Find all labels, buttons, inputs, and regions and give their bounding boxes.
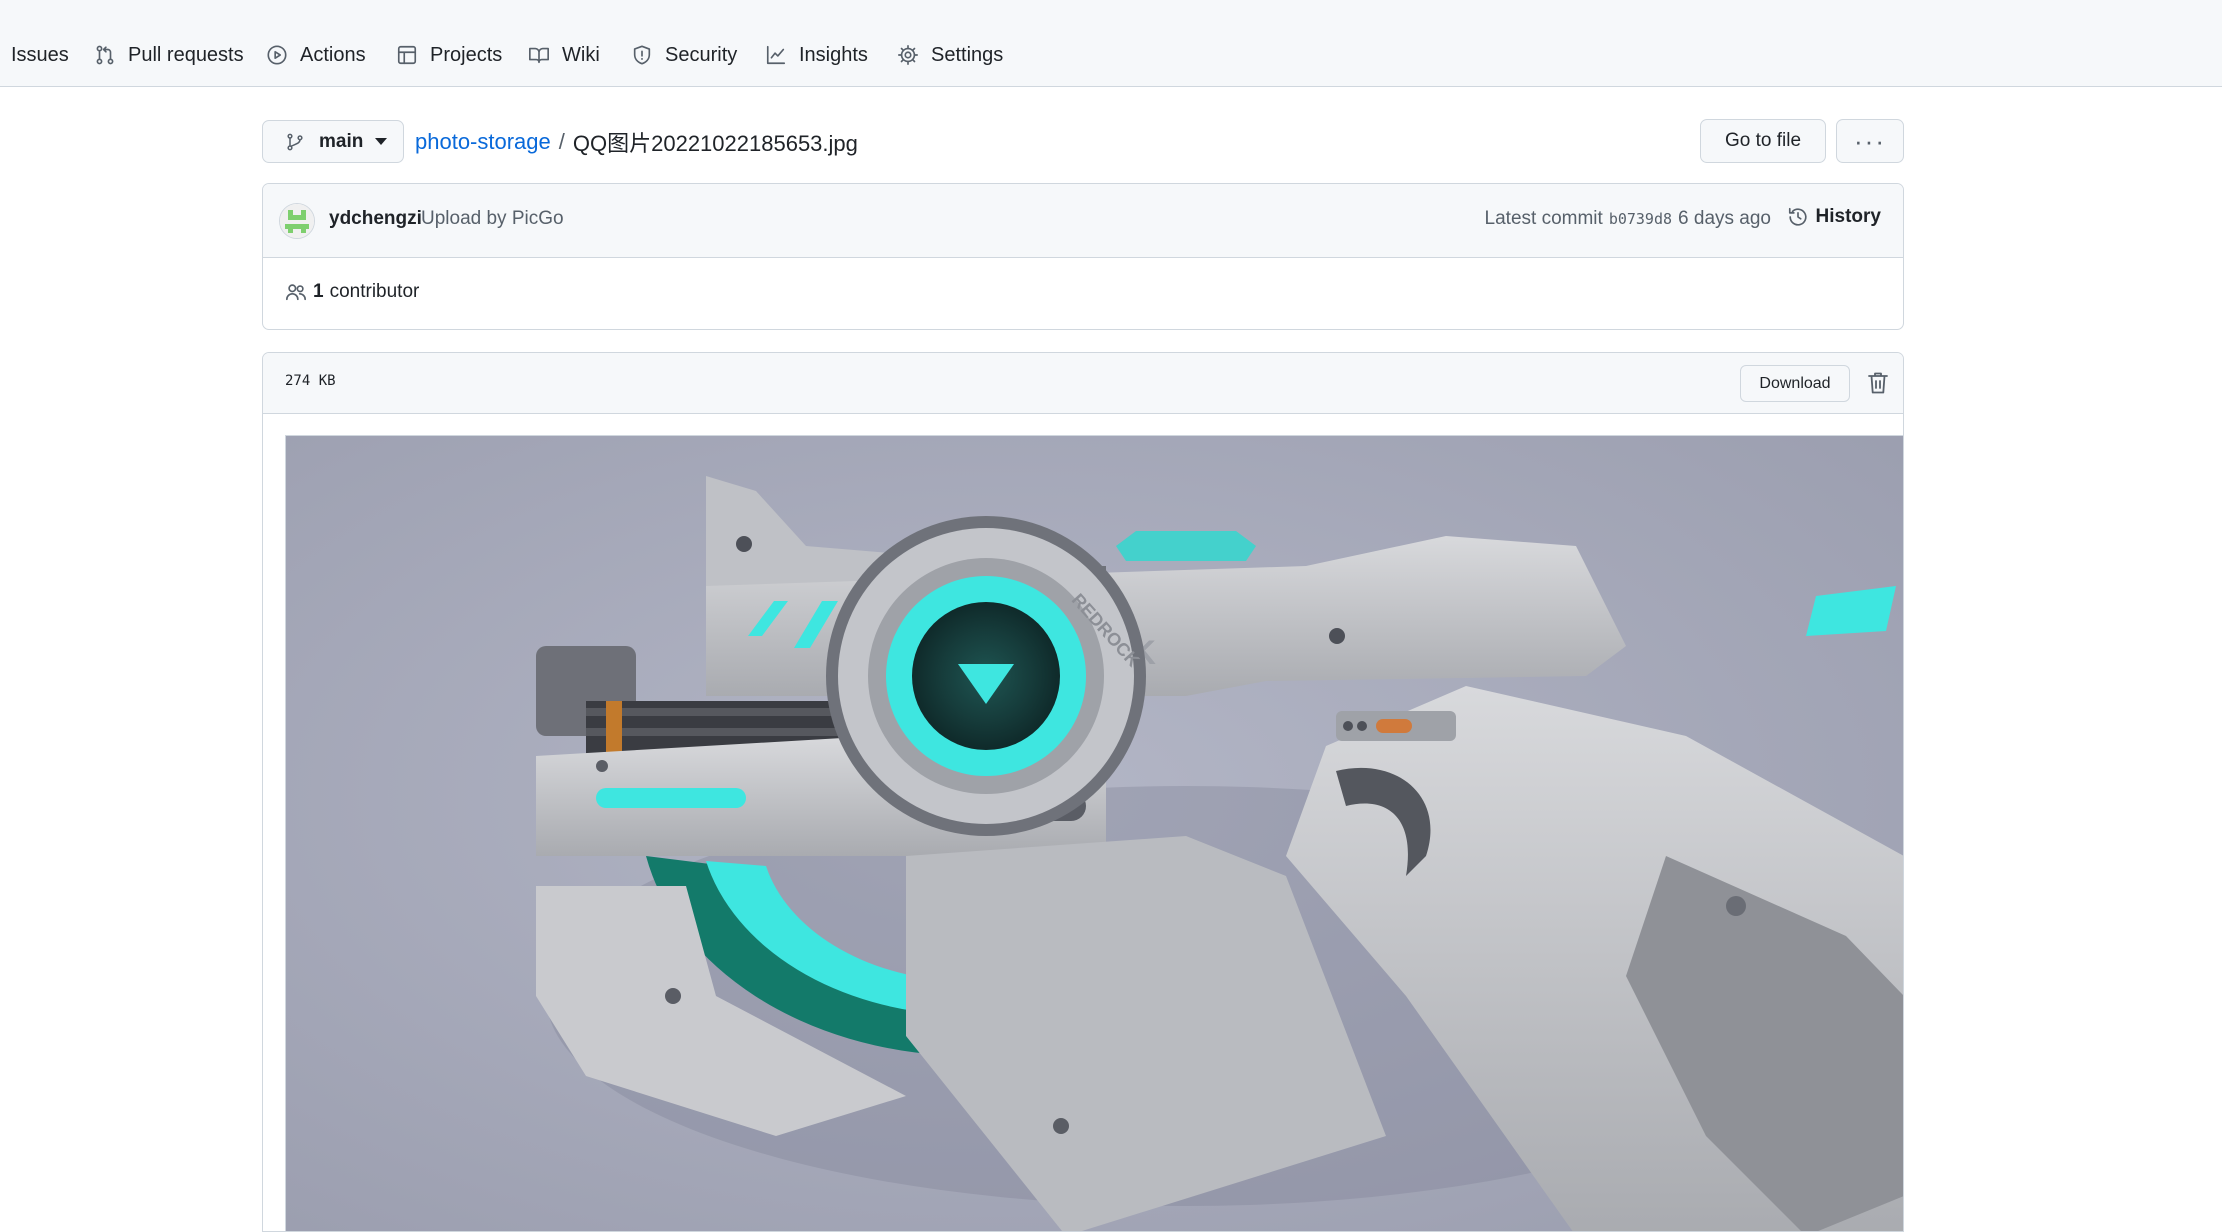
latest-commit-label: Latest commit — [1484, 208, 1603, 229]
tab-label: Settings — [931, 43, 1004, 66]
contributors-link[interactable]: 1 contributor — [285, 281, 419, 303]
tab-label: Insights — [799, 43, 868, 66]
graph-icon — [766, 45, 786, 65]
contributor-label: contributor — [329, 281, 420, 302]
shield-icon — [633, 45, 651, 65]
file-name: QQ图片20221022185653.jpg — [572, 131, 858, 156]
tab-label: Wiki — [562, 43, 600, 66]
identicon-icon — [280, 204, 314, 238]
file-header: 274 KB Download — [263, 353, 1903, 414]
commit-message[interactable]: Upload by PicGo — [421, 208, 564, 230]
history-label: History — [1815, 206, 1881, 227]
pull-request-icon — [96, 45, 114, 65]
table-icon — [397, 45, 417, 65]
download-button[interactable]: Download — [1740, 365, 1850, 402]
breadcrumb-separator: / — [558, 129, 565, 154]
go-to-file-button[interactable]: Go to file — [1700, 119, 1826, 163]
play-icon — [267, 45, 287, 65]
tab-label: Projects — [430, 43, 503, 66]
repo-nav: Issues Pull requests Actions Projects Wi… — [0, 0, 2222, 87]
trash-icon — [1868, 372, 1888, 394]
breadcrumb: photo-storage / QQ图片20221022185653.jpg — [415, 126, 858, 158]
repo-link[interactable]: photo-storage — [415, 129, 551, 155]
tab-label: Issues — [11, 43, 69, 66]
tab-actions[interactable]: Actions — [266, 40, 366, 70]
tab-pull-requests[interactable]: Pull requests — [94, 40, 244, 70]
history-button[interactable]: History — [1787, 206, 1881, 228]
book-icon — [529, 47, 549, 64]
branch-name: main — [319, 130, 364, 152]
tab-label: Actions — [300, 43, 366, 66]
tab-label: Security — [665, 43, 738, 66]
file-size: 274 KB — [285, 373, 336, 389]
contributor-count: 1 — [313, 281, 324, 302]
commit-box: ydchengzi Upload by PicGo Latest commit … — [262, 183, 1904, 330]
branch-icon — [287, 133, 303, 150]
gear-icon — [898, 45, 918, 65]
tab-label: Pull requests — [128, 43, 244, 66]
tab-projects[interactable]: Projects — [396, 40, 502, 70]
tab-wiki[interactable]: Wiki — [528, 40, 600, 70]
commit-header: ydchengzi Upload by PicGo Latest commit … — [263, 184, 1903, 258]
more-options-button[interactable]: ··· — [1836, 119, 1904, 163]
file-viewer: 274 KB Download REDROCK — [262, 352, 1904, 1232]
tab-issues[interactable]: Issues — [11, 40, 69, 70]
delete-file-button[interactable] — [1865, 368, 1891, 398]
history-icon — [1788, 207, 1807, 226]
people-icon — [286, 284, 306, 301]
branch-select-button[interactable]: main — [262, 120, 404, 163]
commit-author[interactable]: ydchengzi — [329, 208, 422, 230]
commit-sha[interactable]: b0739d8 — [1609, 210, 1672, 228]
latest-commit-info: Latest commit b0739d8 6 days ago — [1485, 208, 1771, 230]
blaster-gun-image: REDROCK — [286, 436, 1903, 1231]
commit-time: 6 days ago — [1678, 208, 1771, 229]
chevron-down-icon — [375, 138, 388, 145]
tab-settings[interactable]: Settings — [897, 40, 1003, 70]
image-preview: REDROCK — [285, 435, 1903, 1231]
tab-insights[interactable]: Insights — [765, 40, 868, 70]
avatar[interactable] — [279, 203, 315, 239]
tab-security[interactable]: Security — [631, 40, 737, 70]
